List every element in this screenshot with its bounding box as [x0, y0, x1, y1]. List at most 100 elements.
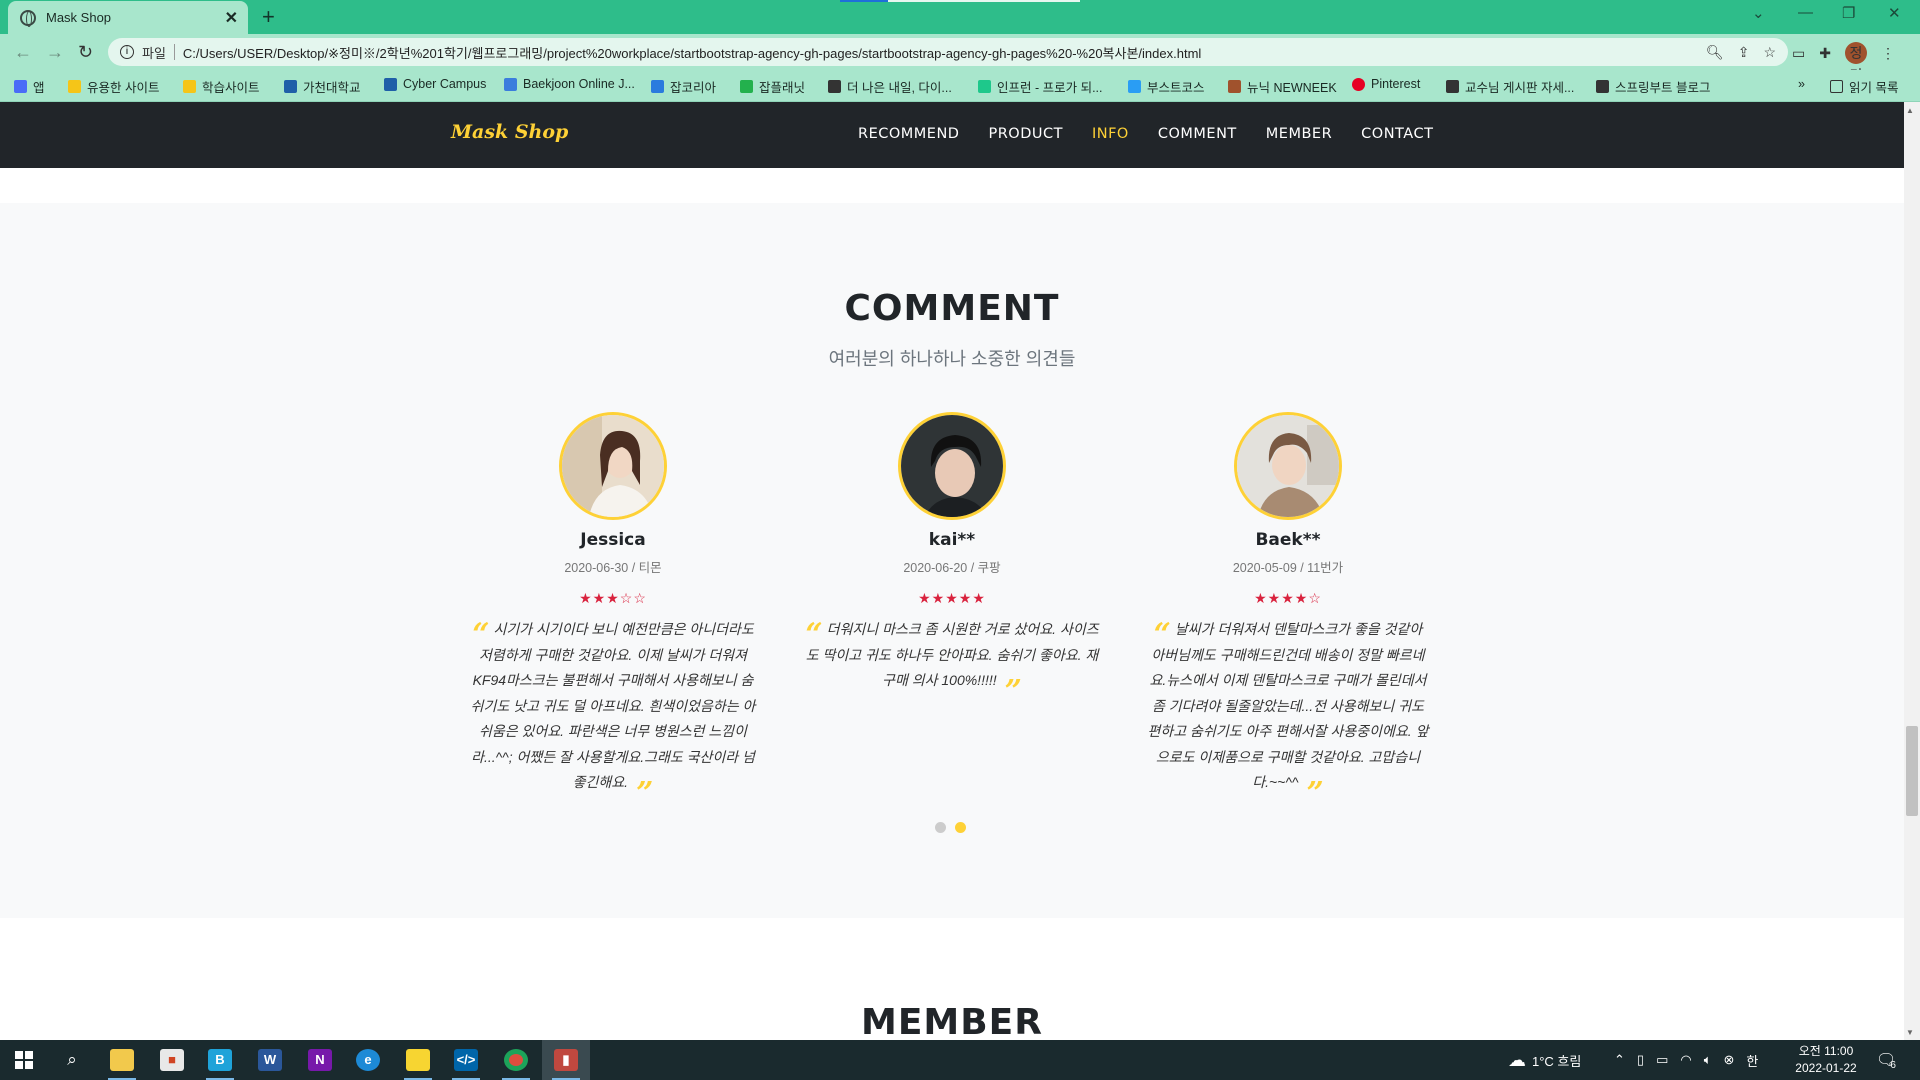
taskbar-vscode[interactable]: </> — [442, 1040, 490, 1080]
nav-comment[interactable]: COMMENT — [1158, 126, 1237, 142]
bookmark-link[interactable]: Baekjoon Online J... — [504, 77, 635, 91]
nav-info[interactable]: INFO — [1092, 126, 1129, 142]
network-icon[interactable]: ◠ — [1680, 1052, 1691, 1068]
review-text: 더워지니 마스크 좀 시원한 거로 샀어요. 사이즈도 딱이고 귀도 하나두 안… — [805, 621, 1099, 688]
mute-icon[interactable]: ⊗ — [1724, 1052, 1735, 1068]
newneek-icon — [1228, 80, 1241, 93]
browser-tab[interactable]: Mask Shop ✕ — [8, 1, 248, 34]
nav-product[interactable]: PRODUCT — [988, 126, 1063, 142]
bookmark-link[interactable]: 뉴닉 NEWNEEK — [1228, 77, 1337, 96]
menu-icon[interactable]: ⋮ — [1881, 45, 1895, 62]
url-scheme: 파일 — [142, 45, 166, 61]
bookmark-apps[interactable]: 앱 — [14, 77, 45, 96]
comment-section-subtitle: 여러분의 하나하나 소중한 의견들 — [828, 349, 1076, 369]
media-icon[interactable]: ▭ — [1792, 45, 1805, 62]
bookmark-link[interactable]: 교수님 게시판 자세... — [1446, 77, 1574, 96]
sticky-notes-icon — [406, 1049, 430, 1071]
page-scrollbar[interactable] — [1904, 102, 1920, 1040]
bookmark-link[interactable]: 잡코리아 — [651, 77, 716, 96]
chevron-up-icon[interactable]: ⌃ — [1614, 1052, 1625, 1068]
taskbar-word[interactable]: W — [246, 1040, 294, 1080]
site-info-icon[interactable]: i — [120, 45, 134, 59]
taskbar-file-explorer[interactable] — [98, 1040, 146, 1080]
ime-indicator[interactable]: 한 — [1746, 1051, 1758, 1070]
nav-contact[interactable]: CONTACT — [1361, 126, 1433, 142]
bookmark-link[interactable]: 스프링부트 블로그 — [1596, 77, 1710, 96]
nav-member[interactable]: MEMBER — [1266, 126, 1332, 142]
windows-taskbar: ⌕ ■ B W N e </> ▮ ☁ 1°C 흐림 ⌃ ▯ ▭ ◠ 🔈︎ ⊗ … — [0, 1040, 1920, 1080]
carousel-dot[interactable] — [935, 822, 946, 833]
bookmark-link[interactable]: 더 나은 내일, 다이... — [828, 77, 952, 96]
zoom-icon[interactable]: 🔍︎ — [1706, 44, 1724, 61]
code-icon — [504, 77, 517, 91]
taskbar-onenote[interactable]: N — [296, 1040, 344, 1080]
cloud-icon: ☁ — [1508, 1049, 1526, 1070]
scroll-down-icon[interactable]: ▼ — [1906, 1028, 1914, 1037]
app-icon: ▮ — [554, 1049, 578, 1071]
start-button[interactable] — [0, 1040, 48, 1080]
back-icon[interactable]: ← — [14, 42, 32, 63]
tab-search-icon[interactable]: ⌄ — [1752, 4, 1765, 22]
reading-list[interactable]: 읽기 목록 — [1830, 77, 1898, 96]
bookmark-folder[interactable]: 학습사이트 — [183, 77, 260, 96]
bookmarks-bar: 앱 유용한 사이트 학습사이트 가천대학교 Cyber Campus Baekj… — [0, 70, 1920, 102]
tab-title: Mask Shop — [46, 10, 112, 25]
bookmark-link[interactable]: Pinterest — [1352, 77, 1420, 91]
system-clock[interactable]: 오전 11:00 2022-01-22 — [1786, 1043, 1866, 1077]
bookmark-link[interactable]: 인프런 - 프로가 되... — [978, 77, 1103, 96]
search-button[interactable]: ⌕ — [48, 1040, 96, 1080]
minimize-button[interactable]: — — [1798, 4, 1813, 21]
scroll-up-icon[interactable]: ▲ — [1906, 106, 1914, 115]
globe-icon — [20, 9, 36, 27]
scrollbar-thumb[interactable] — [1906, 726, 1918, 816]
windows-logo-icon — [15, 1051, 33, 1069]
bookmark-folder[interactable]: 유용한 사이트 — [68, 77, 159, 96]
forward-icon[interactable]: → — [46, 42, 64, 63]
close-tab-icon[interactable]: ✕ — [225, 8, 238, 28]
chrome-icon — [504, 1049, 528, 1071]
dots-icon — [1446, 80, 1459, 93]
weather-widget[interactable]: ☁ 1°C 흐림 — [1508, 1040, 1581, 1080]
taskbar-sticky-notes[interactable] — [394, 1040, 442, 1080]
battery-icon[interactable]: ▭ — [1656, 1052, 1668, 1068]
notification-center[interactable]: 🗨︎ 6 — [1876, 1040, 1896, 1080]
browser-tab-strip: Mask Shop ✕ + ⌄ — ❐ ✕ — [0, 0, 1920, 34]
review-text-block: “날씨가 더워져서 덴탈마스크가 좋을 것같아 아버님께도 구매해드린건데 배송… — [1143, 617, 1433, 809]
taskbar-app[interactable]: B — [196, 1040, 244, 1080]
url-text[interactable]: C:/Users/USER/Desktop/※정미※/2학년%201학기/웹프로… — [183, 43, 1201, 62]
review-text-block: “시기가 시기이다 보니 예전만큼은 아니더라도 저렴하게 구매한 것같아요. … — [466, 617, 760, 809]
bookmark-link[interactable]: 잡플래닛 — [740, 77, 805, 96]
reload-icon[interactable]: ↻ — [78, 42, 93, 63]
bookmark-link[interactable]: 부스트코스 — [1128, 77, 1205, 96]
profile-avatar[interactable]: 정미 — [1844, 42, 1867, 83]
extensions-icon[interactable]: ✚ — [1819, 45, 1831, 62]
volume-icon[interactable]: 🔈︎ — [1704, 1052, 1712, 1068]
bookmark-star-icon[interactable]: ☆ — [1763, 44, 1776, 61]
taskbar-chrome[interactable] — [492, 1040, 540, 1080]
omnibox[interactable]: i 파일 C:/Users/USER/Desktop/※정미※/2학년%201학… — [108, 38, 1788, 66]
reviewer-name: Jessica — [580, 530, 646, 550]
bookmark-link[interactable]: Cyber Campus — [384, 77, 486, 91]
reading-list-icon — [1830, 80, 1843, 93]
taskbar-app[interactable]: ■ — [148, 1040, 196, 1080]
carousel-dots — [935, 822, 966, 833]
carousel-dot-active[interactable] — [955, 822, 966, 833]
taskbar-edge[interactable]: e — [344, 1040, 392, 1080]
restore-button[interactable]: ❐ — [1842, 4, 1855, 22]
star-rating: ★★★★★ — [918, 590, 986, 606]
review-card: kai** 2020-06-20 / 쿠팡 ★★★★★ “더워지니 마스크 좀 … — [801, 412, 1103, 707]
device-icon[interactable]: ▯ — [1637, 1052, 1644, 1068]
review-meta: 2020-06-30 / 티몬 — [564, 561, 662, 575]
app-icon: B — [208, 1049, 232, 1071]
new-tab-button[interactable]: + — [262, 4, 275, 30]
more-bookmarks-icon[interactable]: » — [1798, 77, 1805, 91]
bookmark-link[interactable]: 가천대학교 — [284, 77, 361, 96]
nav-recommend[interactable]: RECOMMEND — [858, 126, 959, 142]
system-tray: ⌃ ▯ ▭ ◠ 🔈︎ ⊗ 한 — [1614, 1040, 1758, 1080]
weather-text: 1°C 흐림 — [1532, 1053, 1582, 1069]
close-window-button[interactable]: ✕ — [1888, 4, 1901, 22]
taskbar-active-app[interactable]: ▮ — [542, 1040, 590, 1080]
share-icon[interactable]: ⇪ — [1738, 44, 1750, 61]
review-card: Jessica 2020-06-30 / 티몬 ★★★☆☆ “시기가 시기이다 … — [466, 412, 760, 809]
site-brand[interactable]: Mask Shop — [451, 121, 568, 143]
